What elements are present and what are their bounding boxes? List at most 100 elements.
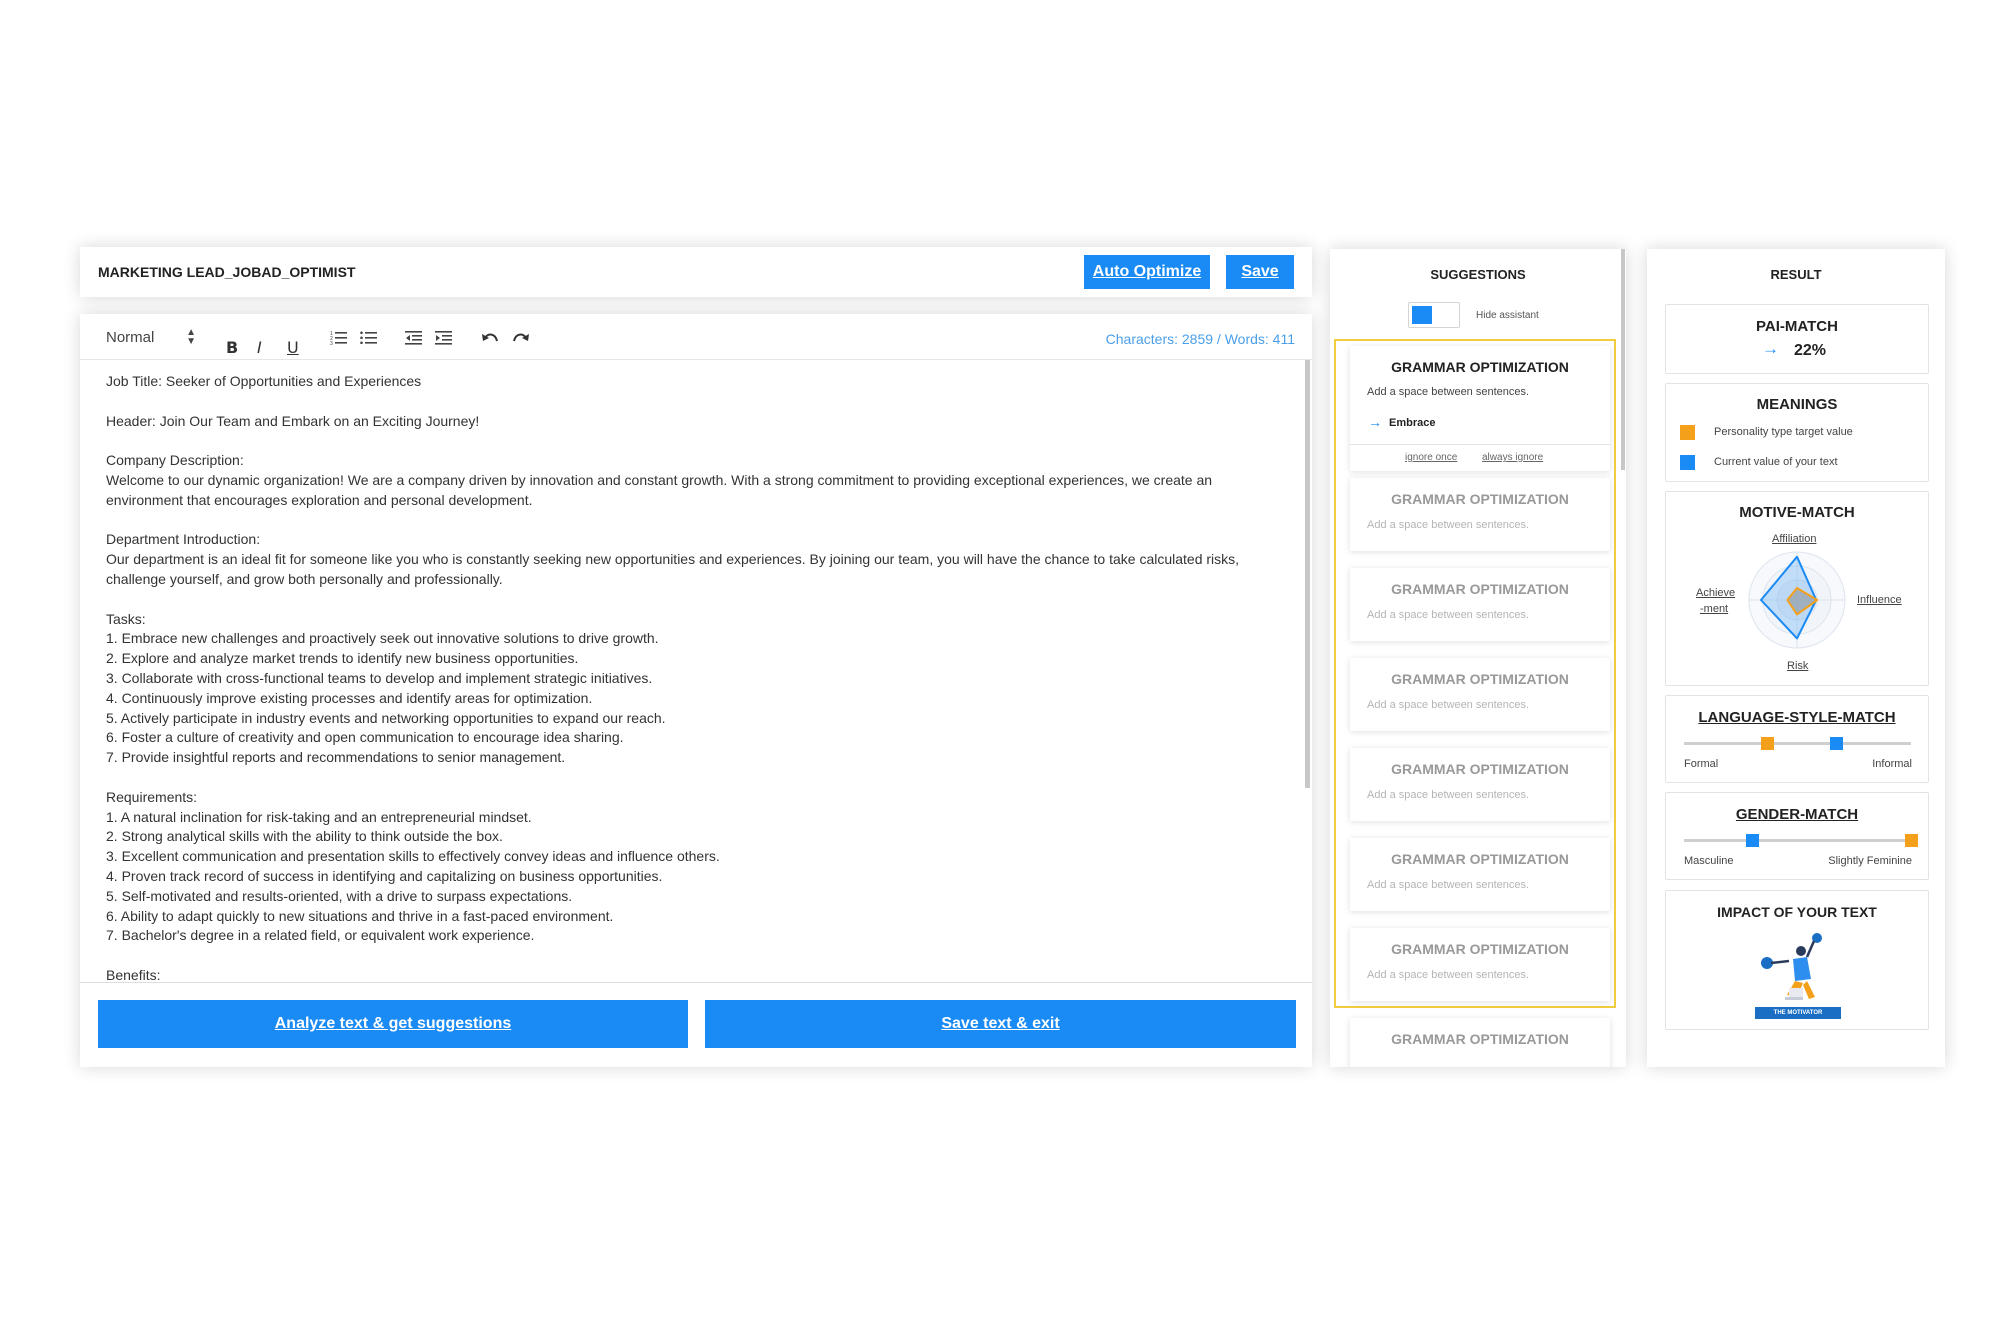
editor-line: Company Description: [106,452,244,469]
motive-radar-chart [1748,551,1846,649]
active-suggestion-desc: Add a space between sentences. [1367,386,1530,398]
motivator-badge: THE MOTIVATOR [1755,1007,1841,1019]
style-select[interactable]: Normal ▲ ▼ [106,327,196,349]
replacement-suggestion[interactable]: Embrace [1389,417,1435,429]
suggestion-desc: Add a space between sentences. [1367,519,1530,531]
editor-line: 5. Actively participate in industry even… [106,709,666,726]
svg-text:3: 3 [330,341,333,346]
suggestion-desc: Add a space between sentences. [1367,969,1530,981]
arrow-right-icon: → [1368,414,1382,430]
current-value-swatch [1680,455,1695,470]
style-select-value: Normal [106,329,155,346]
language-style-track [1684,742,1911,745]
impact-title: IMPACT OF YOUR TEXT [1717,904,1877,920]
suggestion-card[interactable]: GRAMMAR OPTIMIZATION Add a space between … [1350,568,1610,641]
outdent-icon[interactable] [405,330,423,346]
suggestion-card[interactable]: GRAMMAR OPTIMIZATION Add a space between … [1350,478,1610,551]
bold-icon[interactable]: B [226,338,238,357]
ignore-once-link[interactable]: ignore once [1405,452,1457,463]
editor-line: Requirements: [106,788,198,805]
motive-match-box: MOTIVE-MATCH Affiliation Achieve -ment I… [1665,491,1929,686]
pai-match-title: PAI-MATCH [1756,318,1838,335]
redo-icon[interactable] [512,332,530,345]
editor-line: 4. Proven track record of success in ide… [106,867,663,884]
editor-line: Benefits: [106,966,161,982]
suggestion-desc: Add a space between sentences. [1367,699,1530,711]
italic-icon[interactable]: I [257,338,262,357]
analyze-button[interactable]: Analyze text & get suggestions [98,1000,688,1048]
meanings-box: MEANINGS Personality type target value C… [1665,383,1929,482]
suggestion-card[interactable]: GRAMMAR OPTIMIZATION Add a space between … [1350,838,1610,911]
gender-match-current-marker [1745,834,1759,847]
editor-scrollbar[interactable] [1305,360,1310,788]
underline-icon[interactable]: U [287,338,299,357]
pai-match-box: PAI-MATCH → 22% [1665,304,1929,374]
suggestion-title: GRAMMAR OPTIMIZATION [1391,851,1569,867]
result-title: RESULT [1770,267,1822,282]
suggestion-card-divider [1350,444,1610,445]
active-suggestion-title: GRAMMAR OPTIMIZATION [1391,359,1569,375]
language-style-title: LANGUAGE-STYLE-MATCH [1698,709,1896,726]
save-exit-button[interactable]: Save text & exit [705,1000,1296,1048]
result-panel: RESULT PAI-MATCH → 22% MEANINGS Personal… [1647,249,1945,1067]
target-value-swatch [1680,425,1695,440]
character-word-counter: Characters: 2859 / Words: 411 [1105,331,1295,347]
language-style-left-label: Formal [1684,758,1719,770]
suggestion-title: GRAMMAR OPTIMIZATION [1391,761,1569,777]
language-style-right-label: Informal [1872,758,1912,770]
always-ignore-link[interactable]: always ignore [1482,452,1543,463]
editor-line: Tasks: [106,610,146,627]
editor-line: 6. Ability to adapt quickly to new situa… [106,907,614,924]
editor-line [106,392,1306,412]
undo-icon[interactable] [481,332,499,345]
editor-footer-divider [80,982,1312,983]
indent-icon[interactable] [435,330,453,346]
suggestion-card[interactable]: GRAMMAR OPTIMIZATION Add a space between … [1350,928,1610,1001]
gender-match-title: GENDER-MATCH [1735,806,1859,823]
editor-line [106,590,1306,610]
editor-line: 2. Explore and analyze market trends to … [106,650,579,667]
editor-line: Department Introduction: [106,531,261,548]
editor-line: 7. Provide insightful reports and recomm… [106,749,566,766]
save-button[interactable]: Save [1226,255,1294,289]
suggestions-scrollbar[interactable] [1621,249,1625,470]
editor-line: Header: Join Our Team and Embark on an E… [106,412,480,429]
editor-line: 7. Bachelor's degree in a related field,… [106,927,535,944]
pai-match-value: 22% [1794,342,1827,359]
suggestions-title: SUGGESTIONS [1430,267,1526,282]
suggestion-title: GRAMMAR OPTIMIZATION [1391,491,1569,507]
editor-line [106,431,1306,451]
bullet-list-icon[interactable] [360,330,378,346]
suggestion-title: GRAMMAR OPTIMIZATION [1391,671,1569,687]
editor-line [106,768,1306,788]
suggestion-card[interactable]: GRAMMAR OPTIMIZATION Add a space between … [1350,658,1610,731]
gender-match-track [1684,839,1911,842]
active-suggestion-card[interactable]: GRAMMAR OPTIMIZATION Add a space between… [1350,346,1610,471]
editor-line: challenge yourself, and grow both person… [106,570,503,587]
select-arrows-icon: ▲ ▼ [186,327,196,347]
suggestion-title: GRAMMAR OPTIMIZATION [1391,1031,1569,1047]
gender-match-right-label: Slightly Feminine [1828,855,1912,867]
motive-label-achievement-1: Achieve [1696,587,1736,599]
meanings-title: MEANINGS [1756,396,1838,413]
suggestion-card[interactable]: GRAMMAR OPTIMIZATION Add a space between … [1350,748,1610,821]
editor-line [106,511,1306,531]
document-title: MARKETING LEAD_JOBAD_OPTIMIST [98,264,356,280]
impact-box: IMPACT OF YOUR TEXT THE MOTIVATOR [1665,890,1929,1030]
suggestions-panel: SUGGESTIONS Hide assistant GRAMMAR OPTIM… [1330,249,1626,1067]
language-style-target-marker [1761,737,1775,750]
hide-assistant-toggle[interactable] [1408,302,1460,328]
motive-label-risk: Risk [1787,660,1809,672]
ordered-list-icon[interactable]: 123 [330,330,348,346]
arrow-right-icon: → [1762,339,1779,358]
target-value-label: Personality type target value [1714,426,1853,438]
editor-line: 6. Foster a culture of creativity and op… [106,729,624,746]
auto-optimize-button[interactable]: Auto Optimize [1084,255,1210,289]
editor-line: Our department is an ideal fit for someo… [106,551,1240,568]
gender-match-left-label: Masculine [1684,855,1734,867]
language-style-box: LANGUAGE-STYLE-MATCH Formal Informal [1665,695,1929,783]
language-style-current-marker [1829,737,1843,750]
editor-line: 1. A natural inclination for risk-taking… [106,808,532,825]
editor-text-area[interactable]: Job Title: Seeker of Opportunities and E… [106,372,1306,982]
suggestion-card[interactable]: GRAMMAR OPTIMIZATION [1350,1018,1610,1067]
